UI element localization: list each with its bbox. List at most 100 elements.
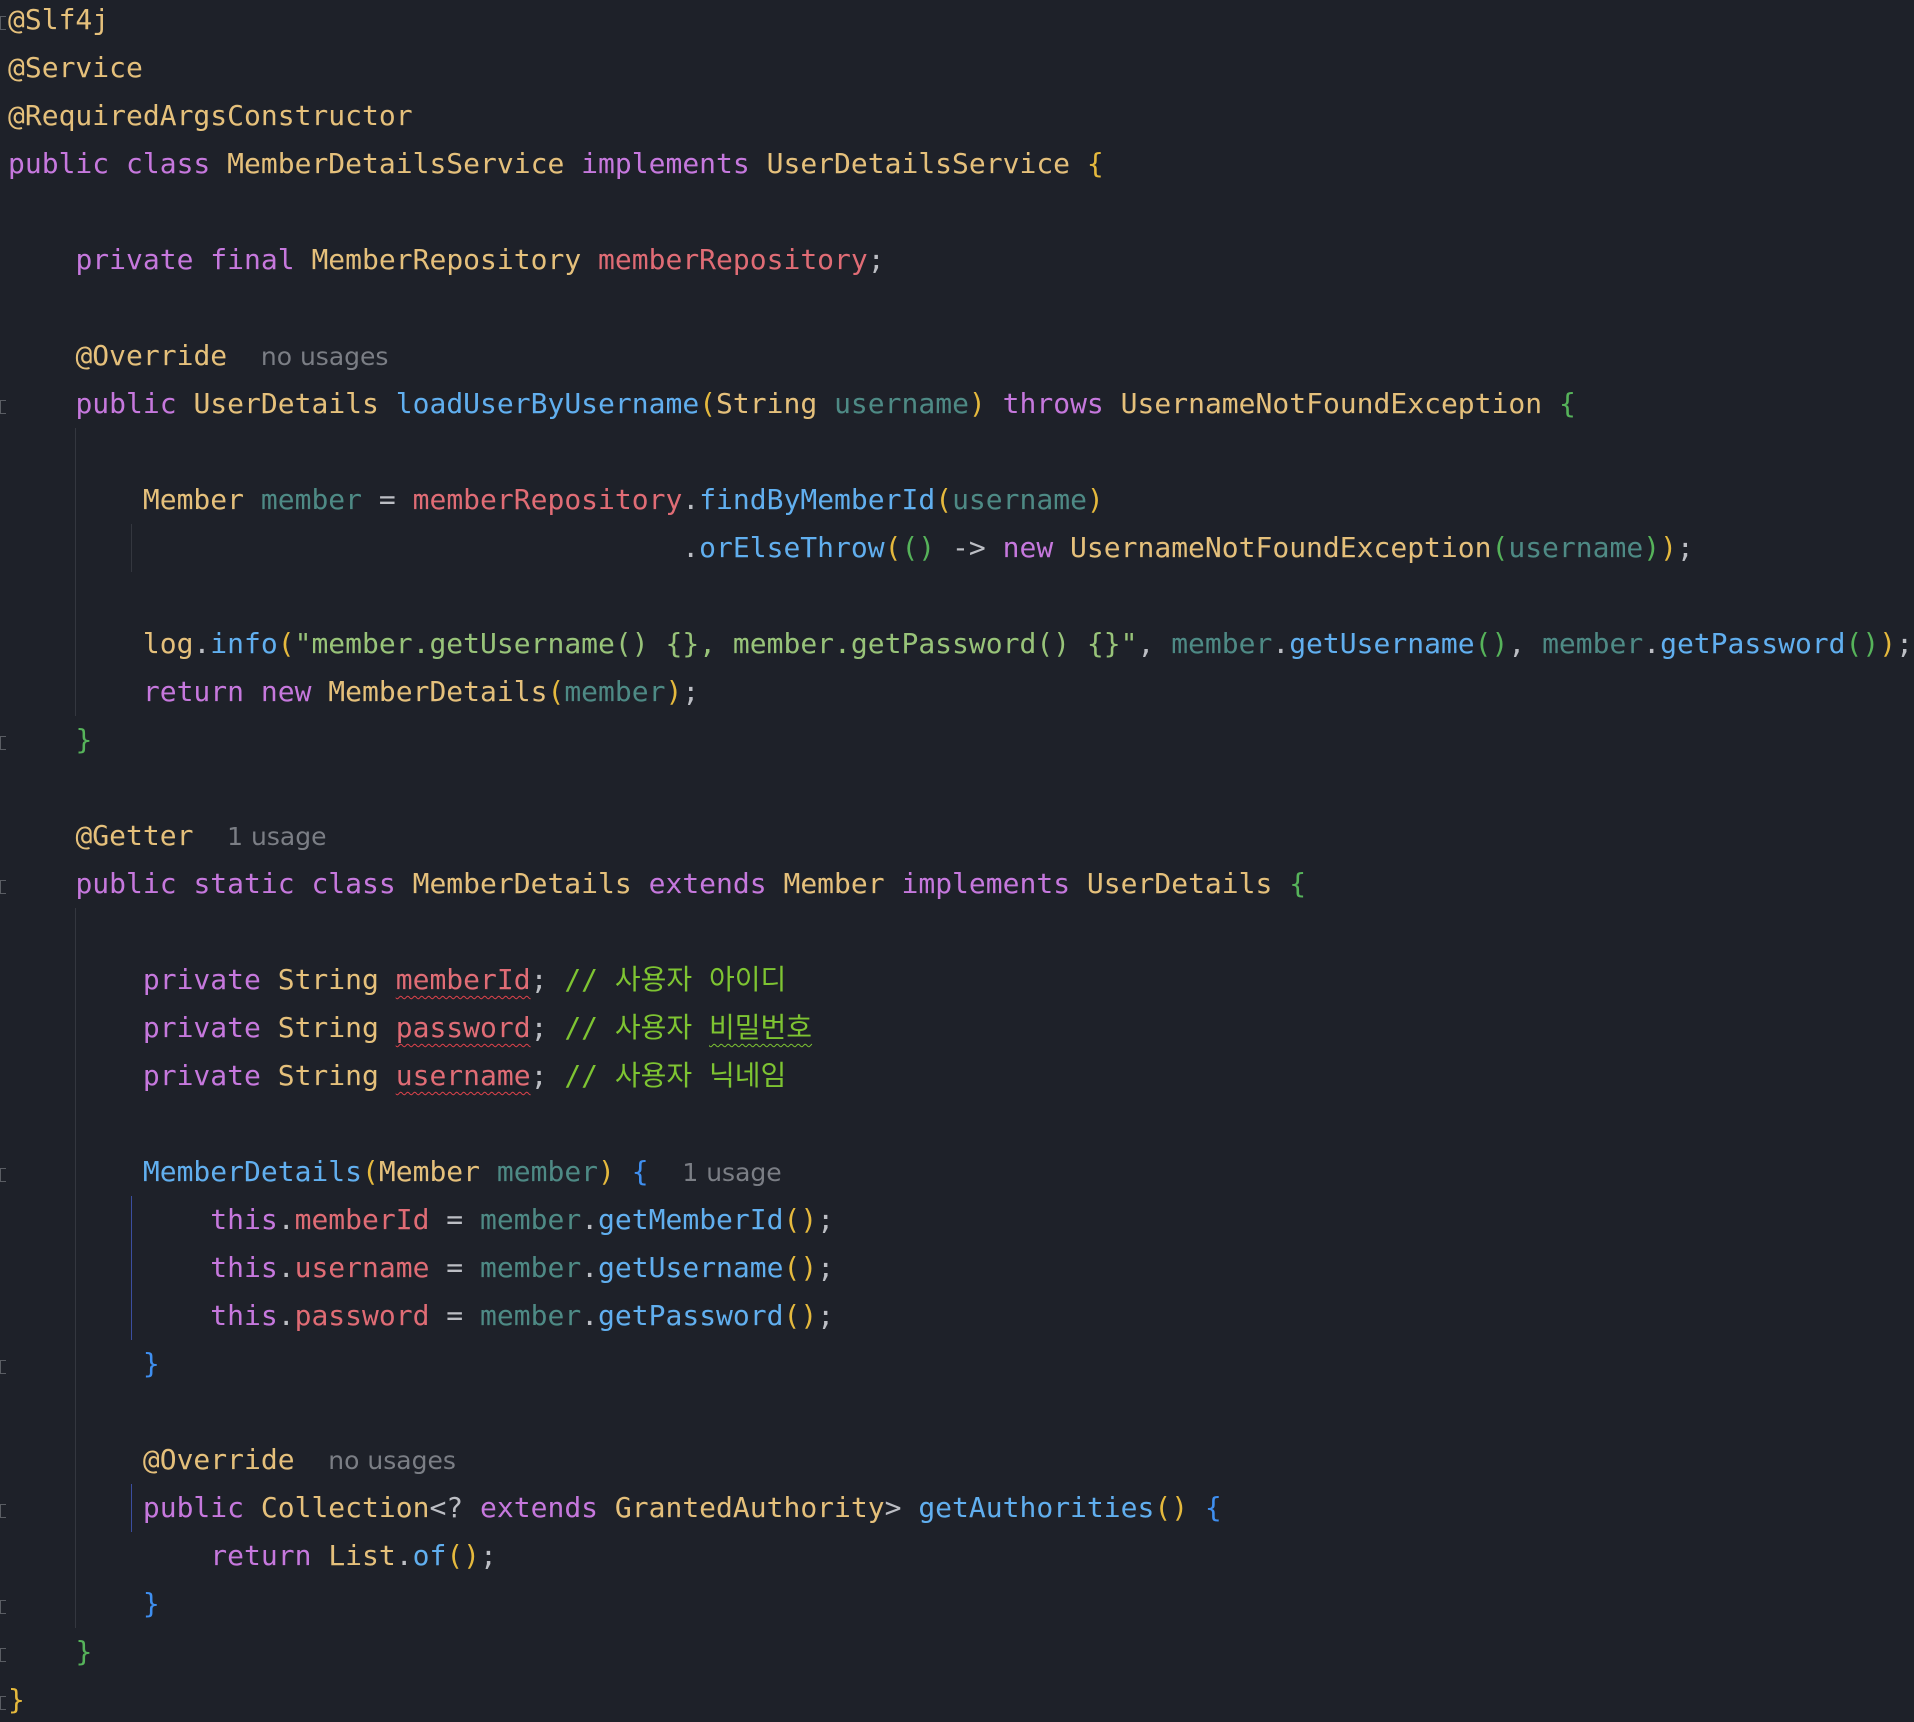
code-line[interactable]: } xyxy=(8,1340,160,1388)
code-token: . xyxy=(193,627,211,660)
code-token: username xyxy=(294,1251,430,1284)
code-line[interactable]: } xyxy=(8,1580,160,1628)
code-token: memberRepository xyxy=(598,243,868,276)
code-token: () xyxy=(783,1299,818,1332)
code-line[interactable]: @Slf4j xyxy=(8,0,109,44)
code-token: ; xyxy=(1676,531,1694,564)
code-line[interactable]: @Getter 1 usage xyxy=(8,812,326,860)
code-token: private final xyxy=(75,243,312,276)
code-token: . xyxy=(277,1299,295,1332)
code-token: { xyxy=(631,1155,649,1188)
code-token: . xyxy=(682,531,700,564)
code-line[interactable]: @Service xyxy=(8,44,143,92)
code-line[interactable]: @RequiredArgsConstructor xyxy=(8,92,413,140)
code-line[interactable]: @Override no usages xyxy=(8,1436,456,1484)
code-token: -> xyxy=(935,531,1003,564)
code-token: ( xyxy=(935,483,953,516)
fold-marker-icon[interactable] xyxy=(0,1696,6,1710)
code-token: Member xyxy=(378,1155,497,1188)
code-token: public class xyxy=(8,147,228,180)
code-token: username xyxy=(952,483,1087,516)
code-token: , xyxy=(1508,627,1543,660)
code-token: @RequiredArgsConstructor xyxy=(8,99,413,132)
code-token: UserDetailsService xyxy=(766,147,1087,180)
code-token: username xyxy=(834,387,969,420)
code-editor[interactable]: @Slf4j @Service @RequiredArgsConstructor pu… xyxy=(0,0,1914,1722)
code-token: Member xyxy=(783,867,902,900)
code-token: = xyxy=(362,483,413,516)
inlay-hint: 1 usage xyxy=(682,1158,782,1187)
code-line[interactable]: this.memberId = member.getMemberId(); xyxy=(8,1196,834,1244)
code-line[interactable]: public class MemberDetailsService implem… xyxy=(8,140,1104,188)
code-token: ) xyxy=(1643,531,1661,564)
code-line[interactable]: private String memberId; // 사용자 아이디 xyxy=(8,956,786,1004)
code-token: String xyxy=(277,1011,396,1044)
code-token: member xyxy=(480,1203,582,1236)
code-token: MemberDetails xyxy=(142,1155,363,1188)
code-token: memberRepository xyxy=(412,483,683,516)
code-token: GrantedAuthority xyxy=(614,1491,885,1524)
code-line[interactable]: } xyxy=(8,1676,25,1722)
code-token: new xyxy=(1002,531,1071,564)
fold-marker-icon[interactable] xyxy=(0,1648,6,1662)
code-line[interactable]: } xyxy=(8,1628,92,1676)
code-line[interactable]: private String username; // 사용자 닉네임 xyxy=(8,1052,786,1100)
code-line[interactable]: .orElseThrow(() -> new UsernameNotFoundE… xyxy=(8,524,1694,572)
fold-marker-icon[interactable] xyxy=(0,736,6,750)
fold-marker-icon[interactable] xyxy=(0,1600,6,1614)
code-token: String xyxy=(277,963,396,996)
code-token: String xyxy=(716,387,835,420)
code-line[interactable]: public Collection<? extends GrantedAutho… xyxy=(8,1484,1222,1532)
code-token: MemberDetailsService xyxy=(227,147,582,180)
code-token: this xyxy=(210,1203,278,1236)
code-line[interactable]: public UserDetails loadUserByUsername(St… xyxy=(8,380,1575,428)
code-token: @Override xyxy=(142,1443,295,1476)
code-token: member xyxy=(480,1251,582,1284)
fold-marker-icon[interactable] xyxy=(0,400,6,414)
code-token: return new xyxy=(142,675,329,708)
code-token: () xyxy=(783,1251,818,1284)
code-line[interactable]: } xyxy=(8,716,92,764)
fold-marker-icon[interactable] xyxy=(0,16,6,30)
code-line[interactable]: MemberDetails(Member member) { 1 usage xyxy=(8,1148,782,1196)
inlay-hint: no usages xyxy=(328,1446,456,1475)
code-token: public static class xyxy=(75,867,413,900)
code-token: . xyxy=(682,483,700,516)
code-line[interactable]: private String password; // 사용자 비밀번호 xyxy=(8,1004,812,1052)
code-token: , xyxy=(1137,627,1172,660)
fold-marker-icon[interactable] xyxy=(0,880,6,894)
code-line[interactable]: private final MemberRepository memberRep… xyxy=(8,236,885,284)
code-line[interactable]: return new MemberDetails(member); xyxy=(8,668,699,716)
code-line[interactable]: log.info("member.getUsername() {}, membe… xyxy=(8,620,1913,668)
code-token: Collection xyxy=(260,1491,430,1524)
code-token: ; xyxy=(867,243,885,276)
code-line[interactable]: return List.of(); xyxy=(8,1532,497,1580)
code-token: member xyxy=(1171,627,1273,660)
code-token: @Service xyxy=(8,51,143,84)
code-token: getPassword xyxy=(598,1299,784,1332)
code-line[interactable]: @Override no usages xyxy=(8,332,388,380)
code-line[interactable]: public static class MemberDetails extend… xyxy=(8,860,1306,908)
code-token: info xyxy=(210,627,278,660)
code-token: ; xyxy=(530,1059,565,1092)
code-token: ( xyxy=(1491,531,1509,564)
fold-marker-icon[interactable] xyxy=(0,1360,6,1374)
fold-marker-icon[interactable] xyxy=(0,1168,6,1182)
code-line[interactable]: this.password = member.getPassword(); xyxy=(8,1292,834,1340)
code-token: implements xyxy=(581,147,767,180)
fold-marker-icon[interactable] xyxy=(0,1504,6,1518)
code-line[interactable]: Member member = memberRepository.findByM… xyxy=(8,476,1104,524)
code-line[interactable]: this.username = member.getUsername(); xyxy=(8,1244,834,1292)
code-token: ) xyxy=(968,387,1003,420)
